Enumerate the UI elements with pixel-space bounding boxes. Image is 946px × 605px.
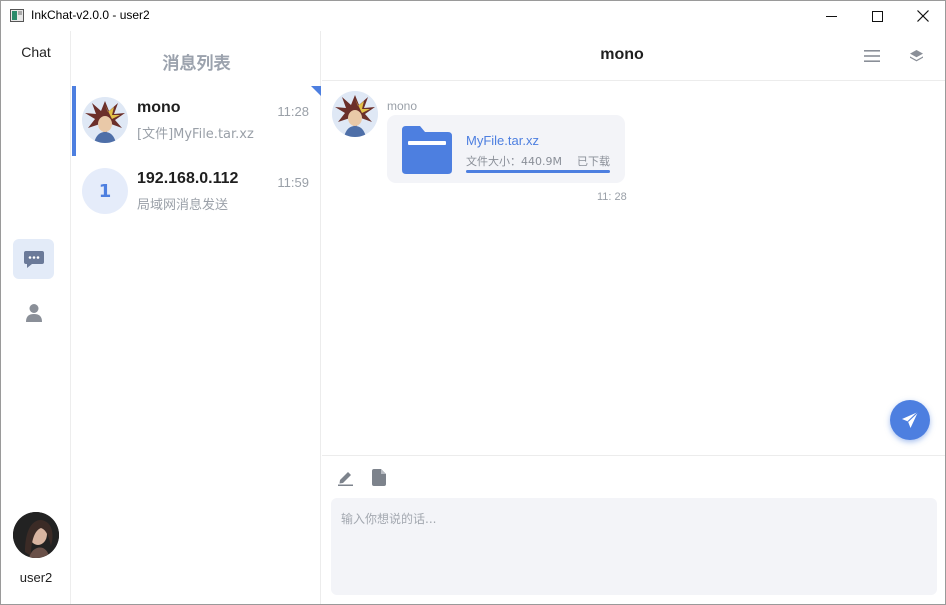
message-sender-name: mono [387, 99, 418, 113]
maximize-button[interactable] [854, 1, 900, 31]
nav-chat-button[interactable] [13, 239, 54, 279]
file-icon [372, 468, 386, 486]
user-photo-icon [13, 512, 59, 558]
minimize-icon [825, 15, 837, 17]
contact-avatar [82, 97, 128, 143]
file-progress-bar [466, 170, 610, 173]
conversation-name: mono [137, 99, 181, 116]
file-tool-button[interactable] [369, 467, 389, 487]
composer-divider [322, 455, 945, 456]
app-window: InkChat-v2.0.0 - user2 Chat user2 消息列表 m… [0, 0, 946, 605]
conversation-list: 消息列表 mono 11:28 [文件]MyFile.tar.xz 1 192.… [72, 31, 321, 604]
file-name: MyFile.tar.xz [466, 133, 539, 148]
close-icon [917, 10, 929, 22]
layers-icon [909, 49, 923, 61]
send-icon [902, 411, 919, 428]
chat-panel: mono mono MyFile.tar.xz 文件大小：440.9M 已下载 … [322, 31, 945, 604]
edit-tool-button[interactable] [335, 467, 355, 487]
file-progress-fill [466, 170, 610, 173]
file-size: 文件大小：440.9M [466, 155, 562, 168]
close-button[interactable] [900, 1, 945, 31]
file-download-status: 已下载 [577, 155, 610, 168]
minimize-button[interactable] [808, 1, 854, 31]
send-button[interactable] [890, 400, 930, 440]
file-message-bubble[interactable]: MyFile.tar.xz 文件大小：440.9M 已下载 [387, 115, 625, 183]
chat-layers-button[interactable] [906, 46, 926, 66]
conversation-time: 11:28 [277, 104, 309, 119]
conversation-item-192-168-0-112[interactable]: 1 192.168.0.112 11:59 局域网消息发送 [72, 157, 321, 227]
conversation-item-mono[interactable]: mono 11:28 [文件]MyFile.tar.xz [72, 86, 321, 156]
anime-character-avatar-icon [82, 97, 128, 143]
window-title: InkChat-v2.0.0 - user2 [31, 8, 150, 22]
current-username: user2 [19, 570, 53, 585]
chat-bubble-icon [23, 251, 44, 268]
nav-contacts-button[interactable] [13, 293, 54, 333]
edit-icon [337, 471, 353, 486]
message-input[interactable] [331, 498, 937, 595]
conversation-preview: 局域网消息发送 [137, 198, 229, 213]
conversation-time: 11:59 [277, 175, 309, 190]
current-user-avatar[interactable] [13, 512, 59, 558]
conversation-preview: [文件]MyFile.tar.xz [137, 127, 254, 142]
app-brand: Chat [21, 44, 51, 60]
message-time: 11: 28 [597, 191, 627, 203]
conversation-name: 192.168.0.112 [137, 170, 239, 187]
title-bar: InkChat-v2.0.0 - user2 [1, 1, 945, 31]
chat-menu-button[interactable] [862, 47, 882, 65]
chat-title: mono [600, 46, 644, 63]
folder-icon [402, 126, 452, 174]
conversation-list-title: 消息列表 [162, 54, 231, 74]
contact-avatar: 1 [82, 168, 128, 214]
menu-icon [864, 50, 880, 62]
user-icon [25, 304, 42, 322]
app-logo-icon [10, 9, 24, 22]
left-rail: Chat user2 [1, 31, 71, 604]
anime-character-avatar-icon [332, 91, 378, 137]
selected-corner-marker [311, 86, 321, 96]
message-sender-avatar[interactable] [332, 91, 378, 137]
maximize-icon [871, 10, 883, 22]
chat-header: mono [322, 31, 945, 81]
selected-indicator [72, 86, 76, 156]
